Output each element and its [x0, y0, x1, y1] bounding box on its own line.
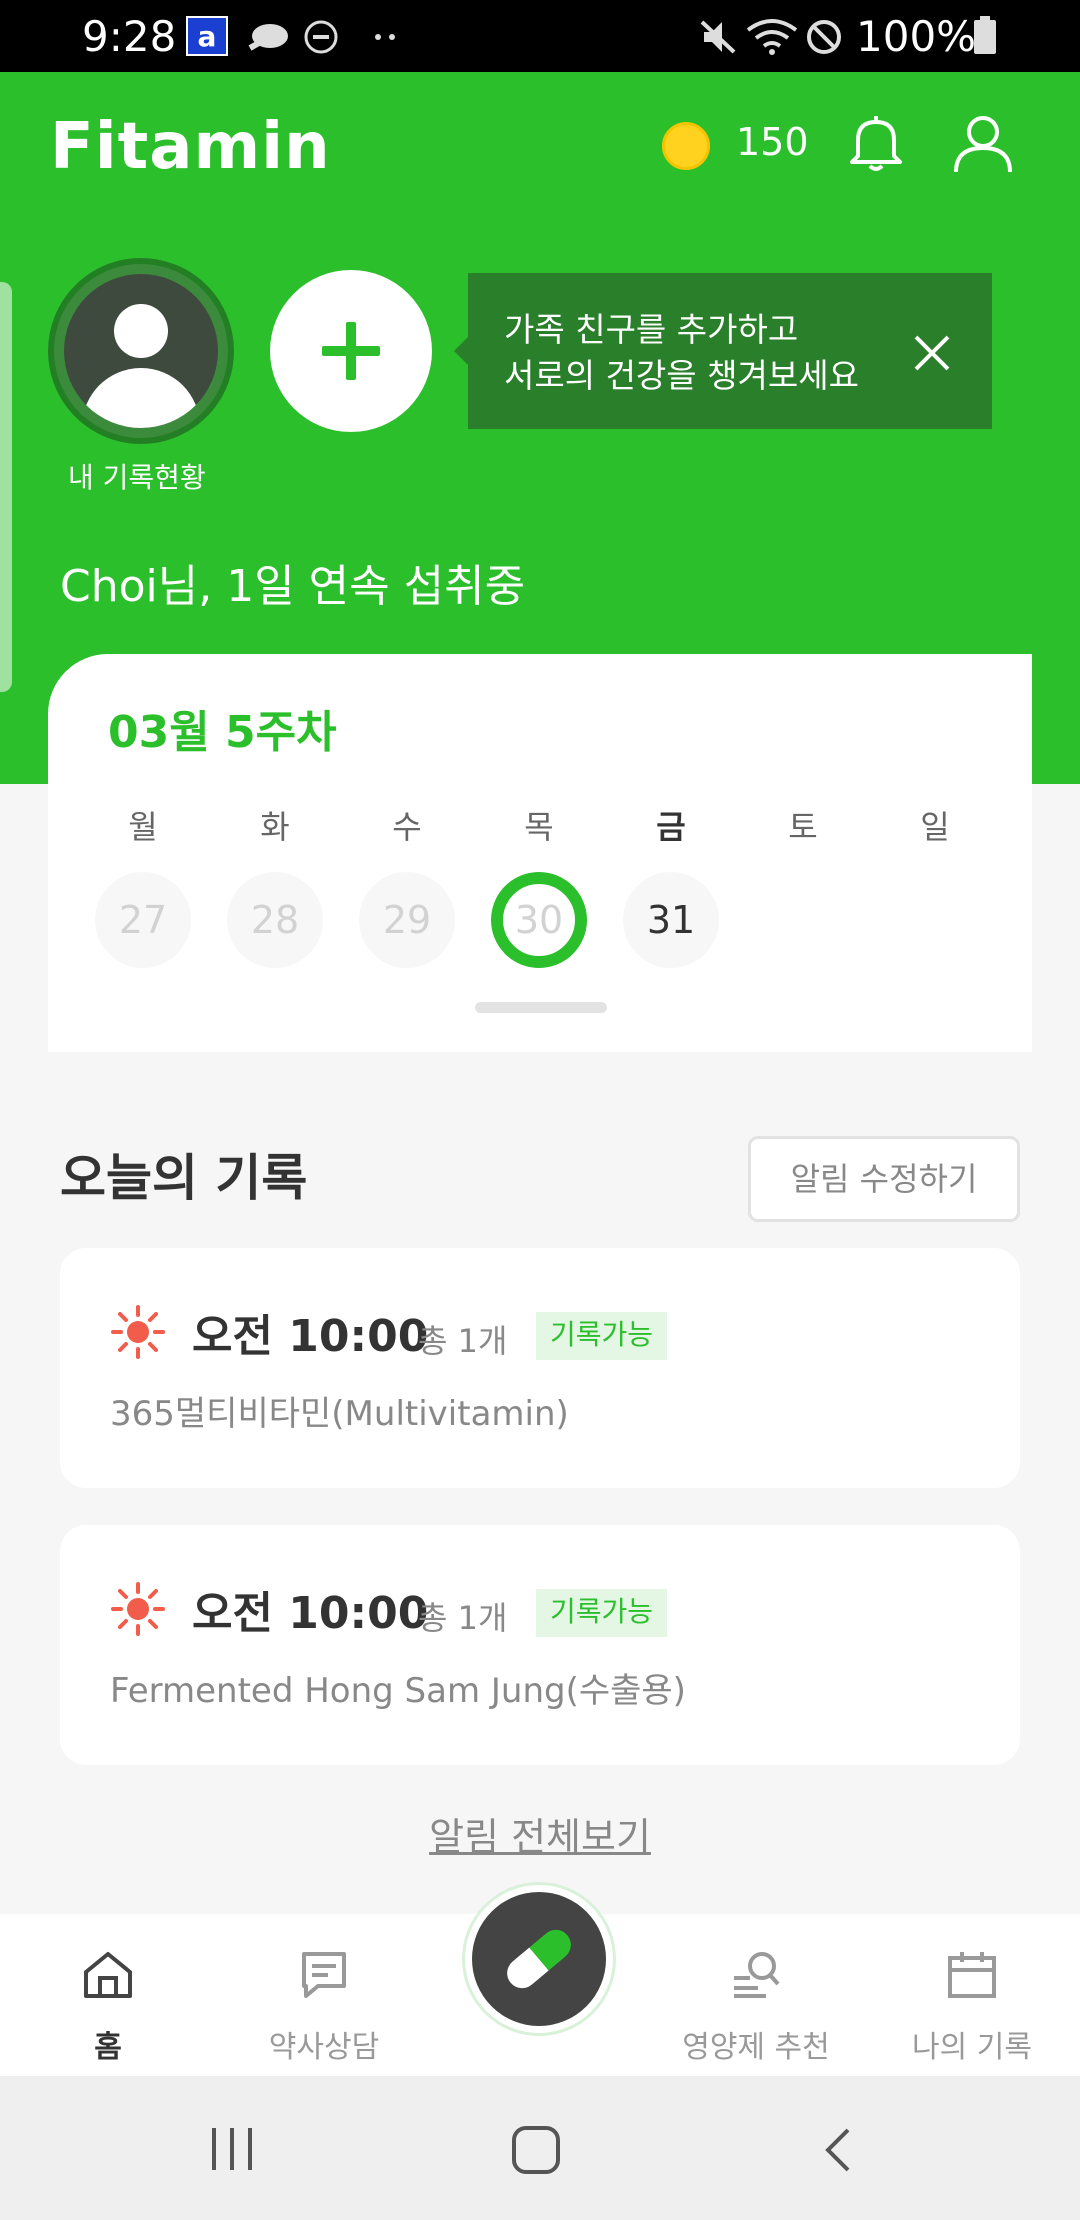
- view-all-alarms-link[interactable]: 알림 전체보기: [0, 1806, 1080, 1861]
- expand-handle[interactable]: [475, 1002, 607, 1013]
- weekday-wed: 수: [392, 808, 422, 846]
- status-time: 9:28: [82, 12, 177, 61]
- profile-icon[interactable]: [952, 112, 1014, 180]
- nav-home[interactable]: 홈: [0, 1914, 216, 2076]
- record-count: 총 1개: [418, 1322, 508, 1360]
- sun-icon: [110, 1581, 166, 1641]
- nav-supplement-recommend[interactable]: 영양제 추천: [648, 1914, 864, 2076]
- nav-pharmacist-chat-label: 약사상담: [268, 2030, 380, 2065]
- record-status-badge: 기록가능: [536, 1589, 668, 1637]
- recents-icon[interactable]: [208, 2126, 258, 2176]
- battery-percent: 100%: [856, 12, 977, 61]
- nav-home-label: 홈: [94, 2030, 122, 2065]
- tooltip-line-2: 서로의 건강을 챙겨보세요: [504, 356, 859, 395]
- avatar: [64, 274, 218, 428]
- date-31-today[interactable]: 31: [623, 872, 719, 968]
- coin-icon[interactable]: [662, 122, 710, 170]
- more-dots-icon: [372, 18, 402, 60]
- weekday-sat: 토: [788, 808, 818, 846]
- record-card[interactable]: 오전 10:00 총 1개 기록가능 Fermented Hong Sam Ju…: [60, 1525, 1020, 1765]
- nav-supplement-recommend-label: 영양제 추천: [682, 2030, 830, 2065]
- tooltip-line-1: 가족 친구를 추가하고: [504, 310, 799, 349]
- record-card[interactable]: 오전 10:00 총 1개 기록가능 365멀티비타민(Multivitamin…: [60, 1248, 1020, 1488]
- coin-count[interactable]: 150: [736, 120, 809, 164]
- cloud-icon: [244, 18, 292, 58]
- add-family-button[interactable]: [270, 270, 432, 432]
- record-count: 총 1개: [418, 1599, 508, 1637]
- date-28[interactable]: 28: [227, 872, 323, 968]
- weekday-fri: 금: [656, 808, 686, 846]
- chat-icon: [298, 1948, 350, 2004]
- take-pill-button[interactable]: [462, 1882, 616, 2036]
- mute-icon: [698, 18, 738, 60]
- calendar-icon: [946, 1948, 998, 2004]
- today-records-title: 오늘의 기록: [60, 1149, 308, 1207]
- record-supplement-name: 365멀티비타민(Multivitamin): [110, 1394, 569, 1434]
- nav-pharmacist-chat[interactable]: 약사상담: [216, 1914, 432, 2076]
- week-calendar-card: 03월 5주차 월 화 수 목 금 토 일 27 28 29 30 31: [48, 654, 1032, 1052]
- close-icon[interactable]: [912, 333, 952, 377]
- date-30-selected[interactable]: 30: [491, 872, 587, 968]
- my-record-label: 내 기록현황: [68, 461, 206, 494]
- nav-my-records[interactable]: 나의 기록: [864, 1914, 1080, 2076]
- weekday-tue: 화: [260, 808, 290, 846]
- record-supplement-name: Fermented Hong Sam Jung(수출용): [110, 1671, 686, 1711]
- side-drawer-handle[interactable]: [0, 282, 12, 692]
- edit-alarm-button[interactable]: 알림 수정하기: [748, 1136, 1020, 1222]
- pill-icon: [507, 1929, 571, 1989]
- weekday-sun: 일: [920, 808, 950, 846]
- my-record-avatar[interactable]: [48, 258, 234, 444]
- nav-my-records-label: 나의 기록: [912, 2030, 1032, 2065]
- weekday-thu: 목: [524, 808, 554, 846]
- record-time: 오전 10:00: [192, 1588, 429, 1639]
- home-button-icon[interactable]: [510, 2124, 562, 2180]
- app-logo: Fitamin: [50, 110, 331, 184]
- record-status-badge: 기록가능: [536, 1312, 668, 1360]
- weekday-mon: 월: [128, 808, 158, 846]
- status-bar: 9:28 a 100%: [0, 0, 1080, 72]
- date-29[interactable]: 29: [359, 872, 455, 968]
- dnd-icon: [302, 18, 340, 60]
- back-icon[interactable]: [820, 2126, 856, 2178]
- home-icon: [82, 1948, 134, 2004]
- system-nav-bar: [0, 2076, 1080, 2220]
- record-time: 오전 10:00: [192, 1311, 429, 1362]
- week-title: 03월 5주차: [108, 707, 337, 758]
- blocked-icon: [804, 18, 844, 60]
- wifi-icon: [746, 18, 798, 60]
- bell-icon[interactable]: [846, 112, 906, 178]
- sun-icon: [110, 1304, 166, 1364]
- add-family-tooltip: 가족 친구를 추가하고 서로의 건강을 챙겨보세요: [454, 273, 992, 429]
- app-notification-icon: a: [186, 16, 228, 56]
- battery-icon: [972, 16, 998, 60]
- streak-text: Choi님, 1일 연속 섭취중: [60, 561, 526, 612]
- date-27[interactable]: 27: [95, 872, 191, 968]
- search-person-icon: [730, 1948, 782, 2004]
